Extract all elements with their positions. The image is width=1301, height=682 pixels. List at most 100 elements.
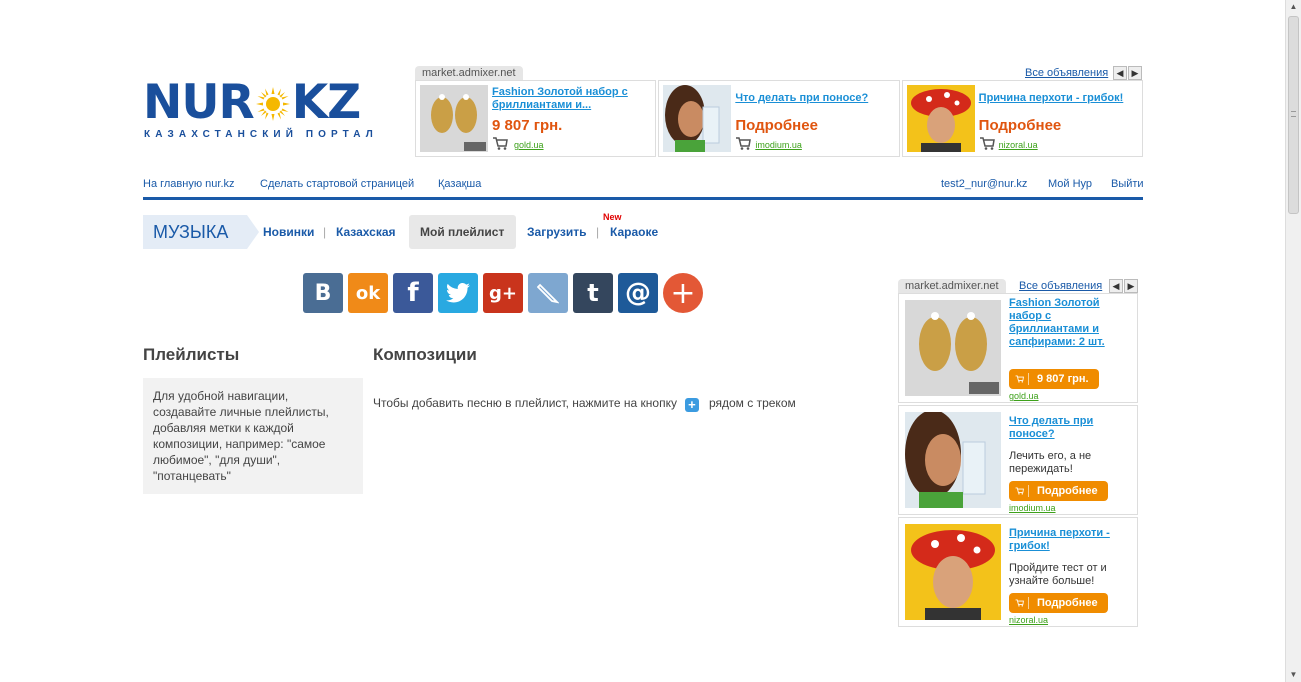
- logo-wordmark: NUR KZ: [143, 75, 361, 130]
- top-ad-block: market.admixer.net Все объявления ◀ ▶ Fa…: [415, 66, 1143, 157]
- add-to-playlist-icon: +: [684, 398, 699, 412]
- scrollbar-thumb[interactable]: [1288, 16, 1299, 214]
- top-navigation: На главную nur.kz Сделать стартовой стра…: [143, 178, 1144, 200]
- menu-my-playlist[interactable]: Мой плейлист: [420, 225, 504, 239]
- menu-new[interactable]: Новинки: [263, 225, 314, 239]
- menu-karaoke[interactable]: Караоке: [610, 225, 658, 239]
- cart-icon: [979, 137, 995, 150]
- plus-icon: +: [670, 275, 696, 311]
- facebook-share-button[interactable]: f: [393, 273, 433, 313]
- grip-icon: [1291, 111, 1296, 117]
- sidebar-ad-block: market.admixer.net Все объявления ◀ ▶ Fa…: [898, 279, 1138, 629]
- cart-icon: [736, 137, 752, 150]
- cart-icon: [493, 137, 508, 150]
- new-badge: New: [603, 212, 622, 222]
- ad-title[interactable]: Что делать при поносе?: [735, 92, 895, 105]
- vk-icon: В: [314, 280, 332, 306]
- ad-more: Подробнее: [735, 117, 818, 134]
- odnoklassniki-share-button[interactable]: ok: [348, 273, 388, 313]
- hint-text-after: рядом с треком: [708, 396, 796, 410]
- ad-price: 9 807 грн.: [492, 117, 563, 134]
- ad-title[interactable]: Причина перхоти - грибок!: [1009, 527, 1134, 553]
- menu-kazakh[interactable]: Казахская: [336, 225, 396, 239]
- ad-domain[interactable]: nizoral.ua: [999, 140, 1038, 150]
- chevron-left-icon: ◀: [1116, 68, 1124, 78]
- woman-drinking-image[interactable]: [905, 412, 1001, 508]
- cart-icon: [1015, 597, 1029, 609]
- logout-link[interactable]: Выйти: [1111, 178, 1144, 191]
- odnoklassniki-icon: ok: [355, 282, 381, 304]
- ad-description: Пройдите тест от и узнайте больше!: [1009, 562, 1107, 587]
- kazakh-language-link[interactable]: Қазақша: [438, 178, 481, 191]
- mushroom-hat-image[interactable]: [905, 524, 1001, 620]
- tumblr-share-button[interactable]: t: [573, 273, 613, 313]
- logo-kz: KZ: [291, 75, 361, 130]
- set-start-page-link[interactable]: Сделать стартовой страницей: [260, 178, 414, 191]
- home-link[interactable]: На главную nur.kz: [143, 178, 235, 191]
- user-email-link[interactable]: test2_nur@nur.kz: [941, 178, 1027, 191]
- section-title[interactable]: МУЗЫКА: [143, 215, 259, 249]
- ad-title[interactable]: Fashion Золотой набор с бриллиантами и с…: [1009, 297, 1134, 349]
- compositions-heading: Композиции: [373, 345, 477, 364]
- ad-item[interactable]: Причина перхоти - грибок! Подробнее nizo…: [901, 80, 1143, 157]
- ad-domain[interactable]: imodium.ua: [755, 140, 802, 150]
- google-plus-icon: g+: [489, 282, 517, 304]
- scroll-down-icon[interactable]: ▼: [1286, 668, 1301, 682]
- mail-share-button[interactable]: @: [618, 273, 658, 313]
- livejournal-icon: [537, 283, 559, 304]
- more-share-button[interactable]: +: [663, 273, 703, 313]
- vertical-scrollbar[interactable]: ▲ ▼: [1285, 0, 1301, 682]
- my-nur-link[interactable]: Мой Нур: [1048, 178, 1092, 191]
- ad-price: 9 807 грн.: [1037, 373, 1089, 385]
- ad-domain[interactable]: gold.ua: [514, 140, 544, 150]
- chevron-left-icon: ◀: [1112, 281, 1120, 291]
- at-sign-icon: @: [625, 278, 651, 308]
- ad-more-button[interactable]: Подробнее: [1009, 481, 1108, 501]
- logo-nur: NUR: [143, 75, 255, 130]
- ad-prev-button[interactable]: ◀: [1113, 66, 1127, 80]
- menu-separator: |: [596, 225, 600, 239]
- mushroom-hat-image[interactable]: [906, 85, 975, 152]
- add-song-hint: Чтобы добавить песню в плейлист, нажмите…: [373, 396, 796, 412]
- ad-title[interactable]: Fashion Золотой набор с бриллиантами и..…: [492, 86, 652, 112]
- ad-domain[interactable]: imodium.ua: [1009, 503, 1056, 513]
- hint-text-before: Чтобы добавить песню в плейлист, нажмите…: [373, 396, 677, 410]
- ad-next-button[interactable]: ▶: [1128, 66, 1142, 80]
- ad-item[interactable]: Fashion Золотой набор с бриллиантами и..…: [415, 80, 657, 157]
- google-plus-share-button[interactable]: g+: [483, 273, 523, 313]
- scroll-up-icon[interactable]: ▲: [1286, 0, 1301, 14]
- ad-network-label: market.admixer.net: [898, 279, 1006, 293]
- livejournal-share-button[interactable]: [528, 273, 568, 313]
- ad-domain[interactable]: gold.ua: [1009, 391, 1039, 401]
- ad-network-label: market.admixer.net: [415, 66, 523, 80]
- ad-more-label: Подробнее: [1037, 485, 1098, 497]
- earrings-image[interactable]: [420, 85, 488, 152]
- site-logo[interactable]: NUR KZ КАЗАХСТАНСКИЙ ПОРТАЛ: [143, 75, 373, 148]
- ad-more-label: Подробнее: [1037, 597, 1098, 609]
- all-ads-link[interactable]: Все объявления: [1025, 66, 1108, 80]
- ad-prev-button[interactable]: ◀: [1109, 279, 1123, 293]
- ad-next-button[interactable]: ▶: [1124, 279, 1138, 293]
- cart-icon: [1015, 485, 1029, 497]
- ad-item[interactable]: Причина перхоти - грибок! Пройдите тест …: [898, 517, 1138, 627]
- ad-price-button[interactable]: 9 807 грн.: [1009, 369, 1099, 389]
- ad-item[interactable]: Fashion Золотой набор с бриллиантами и с…: [898, 293, 1138, 403]
- facebook-icon: f: [407, 278, 419, 308]
- vk-share-button[interactable]: В: [303, 273, 343, 313]
- woman-drinking-image[interactable]: [663, 85, 732, 152]
- earrings-image[interactable]: [905, 300, 1001, 396]
- all-ads-link[interactable]: Все объявления: [1019, 279, 1102, 293]
- ad-description: Лечить его, а не пережидать!: [1009, 450, 1092, 475]
- menu-upload[interactable]: Загрузить: [527, 225, 586, 239]
- sun-icon: [255, 87, 290, 121]
- ad-domain[interactable]: nizoral.ua: [1009, 615, 1048, 625]
- chevron-right-icon: ▶: [1127, 281, 1135, 291]
- ad-item[interactable]: Что делать при поносе? Подробнее imodium…: [658, 80, 900, 157]
- ad-title[interactable]: Причина перхоти - грибок!: [979, 92, 1139, 105]
- ad-more: Подробнее: [978, 117, 1062, 134]
- ad-more-button[interactable]: Подробнее: [1009, 593, 1108, 613]
- ad-title[interactable]: Что делать при поносе?: [1009, 415, 1134, 441]
- twitter-share-button[interactable]: [438, 273, 478, 313]
- menu-separator: |: [323, 225, 327, 239]
- ad-item[interactable]: Что делать при поносе? Лечить его, а не …: [898, 405, 1138, 515]
